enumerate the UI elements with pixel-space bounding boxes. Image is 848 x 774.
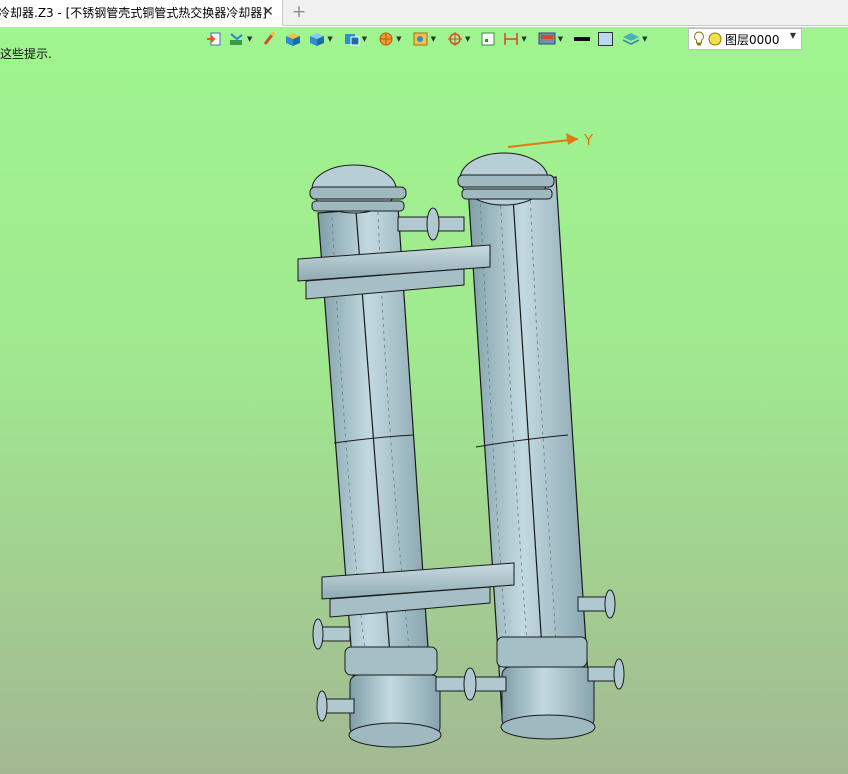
y-axis-indicator: Y: [507, 131, 594, 149]
heat-exchanger-model: Y: [297, 131, 625, 748]
document-tab[interactable]: 冷却器.Z3 - [不锈钢管壳式铜管式热交换器冷却器]: [0, 0, 283, 26]
right-shell: [457, 152, 625, 740]
layer-color-icon: [708, 32, 722, 46]
document-tab-bar: 冷却器.Z3 - [不锈钢管壳式铜管式热交换器冷却器] ✕ +: [0, 0, 848, 26]
light-bulb-icon[interactable]: [693, 31, 705, 47]
3d-viewport[interactable]: 这些提示. ▼ ▼ ▼ ▼ ▼ ▼ ▼ ▼ ▼ Y: [0, 27, 848, 774]
document-tab-title: 冷却器.Z3 - [不锈钢管壳式铜管式热交换器冷却器]: [0, 6, 267, 20]
close-tab-icon[interactable]: ✕: [261, 5, 275, 19]
layer-selector-box[interactable]: 图层0000 ▼: [688, 28, 802, 50]
y-axis-label: Y: [583, 131, 594, 149]
layer-name: 图层0000: [725, 32, 780, 47]
add-tab-icon[interactable]: +: [291, 4, 307, 21]
layer-dropdown-icon[interactable]: ▼: [790, 31, 796, 40]
